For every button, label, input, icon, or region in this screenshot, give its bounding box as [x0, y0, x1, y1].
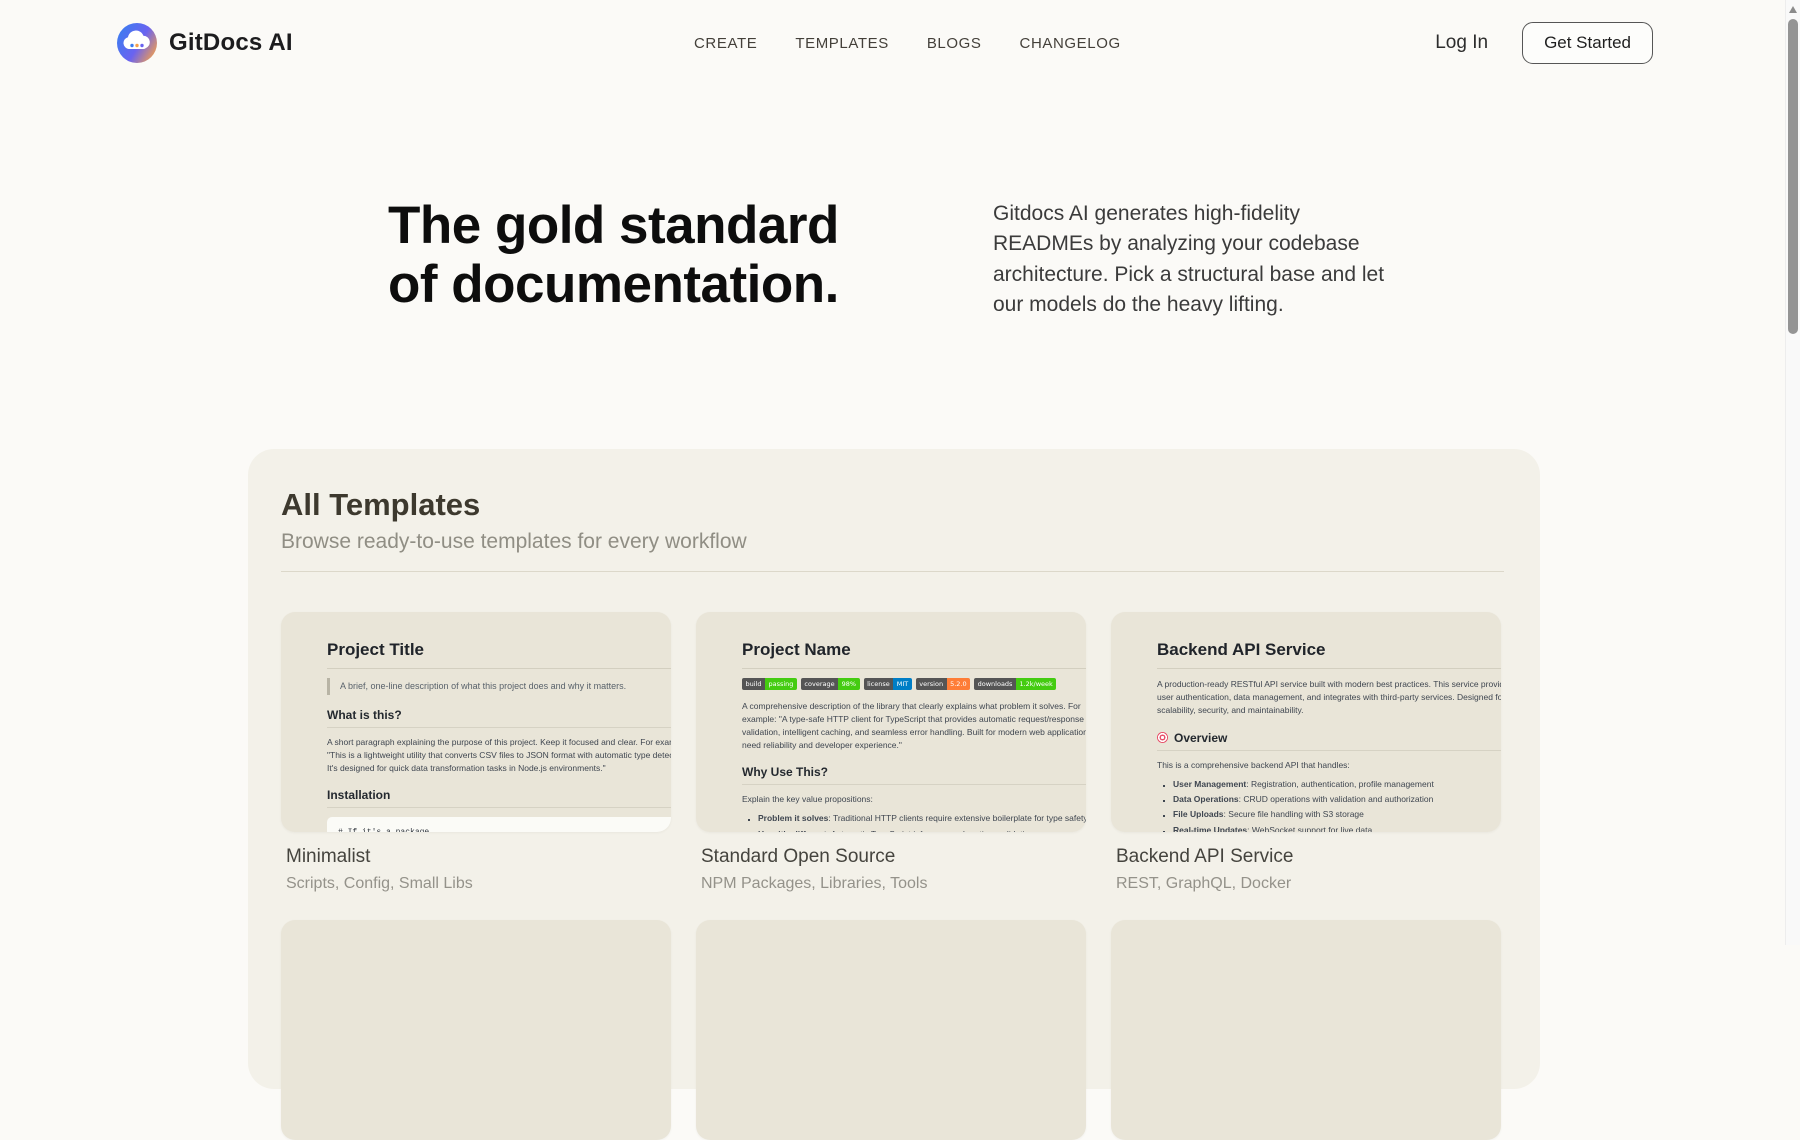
preview-blockquote: A brief, one-line description of what th… — [327, 678, 671, 695]
template-cell-row2-1 — [281, 920, 671, 1140]
gitdocs-logo-icon — [117, 23, 157, 63]
bullet-item: User Management: Registration, authentic… — [1173, 778, 1501, 790]
preview-bullet-list: Problem it solves: Traditional HTTP clie… — [742, 812, 1086, 832]
preview-heading: Installation — [327, 788, 671, 808]
preview-paragraph: A comprehensive description of the libra… — [742, 700, 1086, 753]
bullet-item: How it's different: Automatic TypeScript… — [758, 828, 1086, 832]
scroll-up-icon[interactable] — [1789, 6, 1797, 13]
template-card[interactable] — [1111, 920, 1501, 1140]
bullet-item: File Uploads: Secure file handling with … — [1173, 808, 1501, 820]
nav-blogs[interactable]: BLOGS — [927, 35, 982, 52]
preview-title: Project Name — [742, 640, 1086, 669]
template-cell-minimalist: Project Title A brief, one-line descript… — [281, 612, 671, 894]
brand[interactable]: GitDocs AI — [117, 0, 293, 86]
template-card[interactable] — [281, 920, 671, 1140]
preview-paragraph: A short paragraph explaining the purpose… — [327, 736, 671, 776]
templates-section: All Templates Browse ready-to-use templa… — [248, 449, 1540, 1089]
preview-paragraph: This is a comprehensive backend API that… — [1157, 759, 1501, 772]
card-name[interactable]: Standard Open Source — [701, 845, 1086, 869]
preview-paragraph: Explain the key value propositions: — [742, 793, 1086, 806]
preview-bullet-list: User Management: Registration, authentic… — [1157, 778, 1501, 832]
bullet-item: Real-time Updates: WebSocket support for… — [1173, 824, 1501, 832]
preview-heading: Overview — [1157, 731, 1501, 751]
card-tags: Scripts, Config, Small Libs — [286, 874, 671, 894]
readme-preview: Backend API Service A production-ready R… — [1157, 640, 1501, 832]
template-cell-row2-2 — [696, 920, 1086, 1140]
readme-preview: Project Title A brief, one-line descript… — [327, 640, 671, 832]
nav-create[interactable]: CREATE — [694, 35, 757, 52]
preview-title: Backend API Service — [1157, 640, 1501, 669]
bullet-item: Problem it solves: Traditional HTTP clie… — [758, 812, 1086, 824]
preview-heading: What is this? — [327, 708, 671, 728]
header: GitDocs AI CREATE TEMPLATES BLOGS CHANGE… — [0, 0, 1785, 86]
template-cell-backend-api: Backend API Service A production-ready R… — [1111, 612, 1501, 894]
main-nav: CREATE TEMPLATES BLOGS CHANGELOG — [694, 0, 1121, 86]
nav-changelog[interactable]: CHANGELOG — [1020, 35, 1121, 52]
license-badge: licenseMIT — [864, 678, 912, 690]
card-footer: Backend API Service REST, GraphQL, Docke… — [1111, 845, 1501, 894]
nav-templates[interactable]: TEMPLATES — [795, 35, 888, 52]
templates-grid: Project Title A brief, one-line descript… — [281, 612, 1504, 1140]
template-card[interactable] — [696, 920, 1086, 1140]
card-tags: NPM Packages, Libraries, Tools — [701, 874, 1086, 894]
version-badge: version5.2.0 — [916, 678, 970, 690]
section-title: All Templates — [281, 487, 1504, 523]
card-footer: Standard Open Source NPM Packages, Libra… — [696, 845, 1086, 894]
template-cell-row2-3 — [1111, 920, 1501, 1140]
vertical-scrollbar[interactable] — [1785, 0, 1800, 945]
hero-description: Gitdocs AI generates high-fidelity READM… — [993, 199, 1389, 321]
hero-title: The gold standardof documentation. — [388, 196, 839, 315]
target-icon — [1157, 732, 1168, 743]
preview-paragraph: A production-ready RESTful API service b… — [1157, 678, 1501, 718]
brand-name: GitDocs AI — [169, 29, 293, 57]
preview-code-block: # If it's a package npm install your-pac… — [327, 817, 671, 832]
bullet-item: Data Operations: CRUD operations with va… — [1173, 793, 1501, 805]
template-card-minimalist[interactable]: Project Title A brief, one-line descript… — [281, 612, 671, 832]
scrollbar-thumb[interactable] — [1788, 19, 1798, 334]
get-started-button[interactable]: Get Started — [1522, 22, 1653, 64]
card-tags: REST, GraphQL, Docker — [1116, 874, 1501, 894]
card-name[interactable]: Backend API Service — [1116, 845, 1501, 869]
section-divider — [281, 571, 1504, 572]
card-name[interactable]: Minimalist — [286, 845, 671, 869]
build-badge: buildpassing — [742, 678, 797, 690]
hero-title-line1: The gold standard — [388, 196, 839, 255]
header-actions: Log In Get Started — [1435, 0, 1653, 86]
login-link[interactable]: Log In — [1435, 32, 1488, 54]
preview-heading: Why Use This? — [742, 765, 1086, 785]
downloads-badge: downloads1.2k/week — [974, 678, 1056, 690]
template-card-backend-api[interactable]: Backend API Service A production-ready R… — [1111, 612, 1501, 832]
badge-row: buildpassing coverage98% licenseMIT vers… — [742, 678, 1086, 690]
card-footer: Minimalist Scripts, Config, Small Libs — [281, 845, 671, 894]
template-cell-standard-open-source: Project Name buildpassing coverage98% li… — [696, 612, 1086, 894]
template-card-standard-open-source[interactable]: Project Name buildpassing coverage98% li… — [696, 612, 1086, 832]
hero-title-line2: of documentation. — [388, 255, 839, 314]
coverage-badge: coverage98% — [801, 678, 860, 690]
readme-preview: Project Name buildpassing coverage98% li… — [742, 640, 1086, 832]
section-subtitle: Browse ready-to-use templates for every … — [281, 529, 1504, 554]
preview-title: Project Title — [327, 640, 671, 669]
